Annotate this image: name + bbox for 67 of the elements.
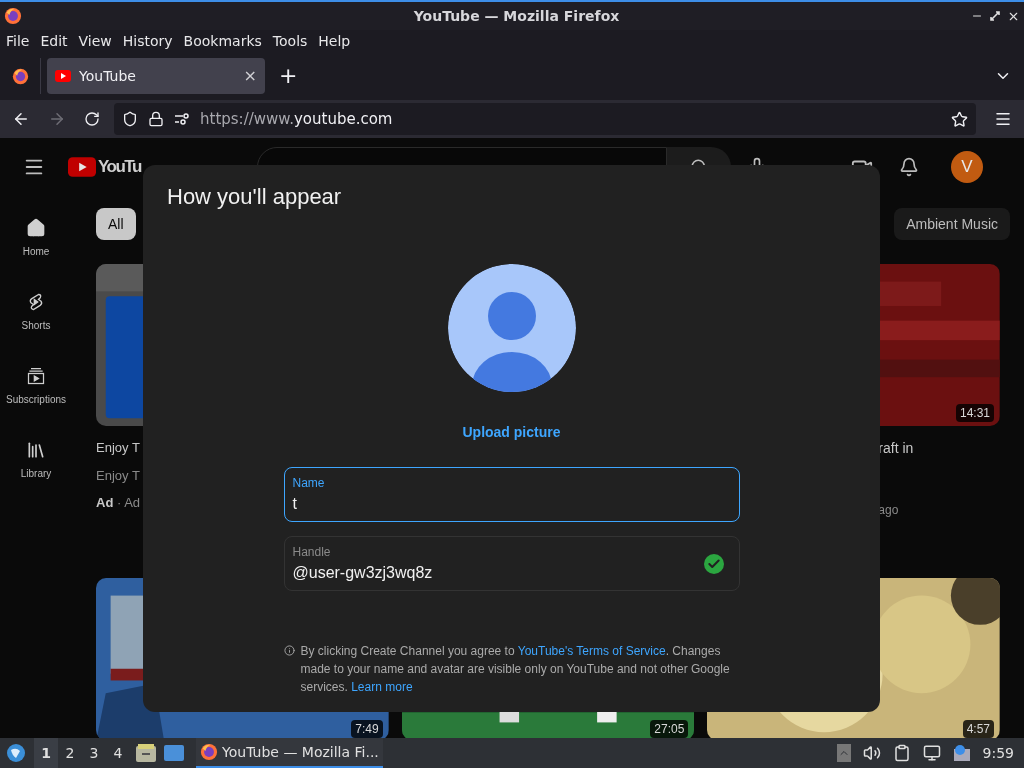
notifications-icon[interactable] <box>898 157 919 177</box>
address-bar[interactable]: https://www.youtube.com <box>114 103 976 135</box>
site-icon <box>55 70 71 82</box>
text-field[interactable]: Handle @user-gw3zj3wq8z <box>283 536 740 591</box>
channel-name: Enjoy T <box>96 466 140 485</box>
clock: 9:59 <box>982 743 1014 763</box>
play-logo-icon <box>68 157 96 177</box>
browser-logo-icon <box>11 67 29 85</box>
sidebar-item[interactable]: Home <box>0 196 72 270</box>
network-icon[interactable] <box>922 744 941 762</box>
start-menu-icon[interactable] <box>6 743 26 763</box>
permissions-icon[interactable] <box>174 113 190 125</box>
lock-icon[interactable] <box>148 111 164 127</box>
reload-icon[interactable] <box>84 111 100 127</box>
video-duration: 27:05 <box>650 720 689 738</box>
window-title: YouTube — Mozilla Firefox <box>413 6 620 26</box>
workspace-button[interactable]: 3 <box>82 738 106 768</box>
sidebar-item[interactable]: Subscriptions <box>0 344 72 418</box>
taskbar-task[interactable]: YouTube — Mozilla Fi... <box>196 738 383 768</box>
file-manager-icon[interactable] <box>136 744 156 762</box>
text-field[interactable]: Name t <box>283 467 740 522</box>
video-title[interactable]: Enjoy T <box>96 438 140 458</box>
menu-item[interactable]: Bookmarks <box>179 30 266 52</box>
terms-link[interactable]: YouTube's Terms of Service <box>517 644 666 658</box>
volume-icon[interactable] <box>862 744 881 762</box>
back-icon[interactable] <box>12 110 30 128</box>
video-duration: 14:31 <box>955 404 994 422</box>
clipboard-icon[interactable] <box>892 744 911 762</box>
dialog-title: How you'll appear <box>167 183 342 210</box>
workspace-button[interactable]: 4 <box>106 738 130 768</box>
account-avatar[interactable]: V <box>950 151 983 183</box>
subscriptions-icon <box>26 366 46 386</box>
video-duration: 7:49 <box>351 720 383 738</box>
browser-logo-icon <box>4 7 22 25</box>
video-duration: 4:57 <box>962 720 994 738</box>
terms-notice: By clicking Create Channel you agree to YouTube's Terms of Service. Changes made to your name and avatar are visible only on YouTube and not other Google services. Learn more <box>300 643 731 696</box>
check-icon <box>703 553 724 574</box>
info-icon <box>283 645 295 656</box>
learn-more-link[interactable]: Learn more <box>351 680 413 694</box>
menu-item[interactable]: History <box>118 30 177 52</box>
filter-chip[interactable]: Ambient Music <box>894 208 1010 240</box>
ad-label: Ad · Ad <box>96 494 141 512</box>
menu-item[interactable]: Edit <box>36 30 72 52</box>
restore-icon[interactable] <box>989 10 1001 22</box>
workspace-button[interactable]: 1 <box>34 738 58 768</box>
avatar-placeholder-icon <box>447 264 576 392</box>
menu-item[interactable]: Help <box>314 30 355 52</box>
home-icon <box>26 218 46 238</box>
menu-item[interactable]: Tools <box>268 30 312 52</box>
sidebar-item[interactable]: Shorts <box>0 270 72 344</box>
menu-icon[interactable] <box>994 110 1012 128</box>
tab-close-button[interactable]: × <box>243 64 257 88</box>
sidebar-item[interactable]: Library <box>0 418 72 492</box>
workspace-button[interactable]: 2 <box>58 738 82 768</box>
bookmark-star-icon[interactable] <box>951 110 968 128</box>
new-tab-button[interactable]: + <box>279 65 298 87</box>
menu-item[interactable]: View <box>74 30 116 52</box>
shield-icon[interactable] <box>122 111 138 127</box>
library-icon <box>26 440 46 460</box>
browser-logo-icon <box>200 743 218 761</box>
filter-chip[interactable]: All <box>96 208 136 240</box>
youtube-logo[interactable]: YouTu <box>68 154 141 180</box>
menu-item[interactable]: File <box>2 30 34 52</box>
browser-tab[interactable]: YouTube × <box>47 58 265 94</box>
tray-expand-icon[interactable] <box>836 744 851 762</box>
upload-picture-link[interactable]: Upload picture <box>462 422 561 442</box>
notification-icon[interactable] <box>952 744 971 762</box>
